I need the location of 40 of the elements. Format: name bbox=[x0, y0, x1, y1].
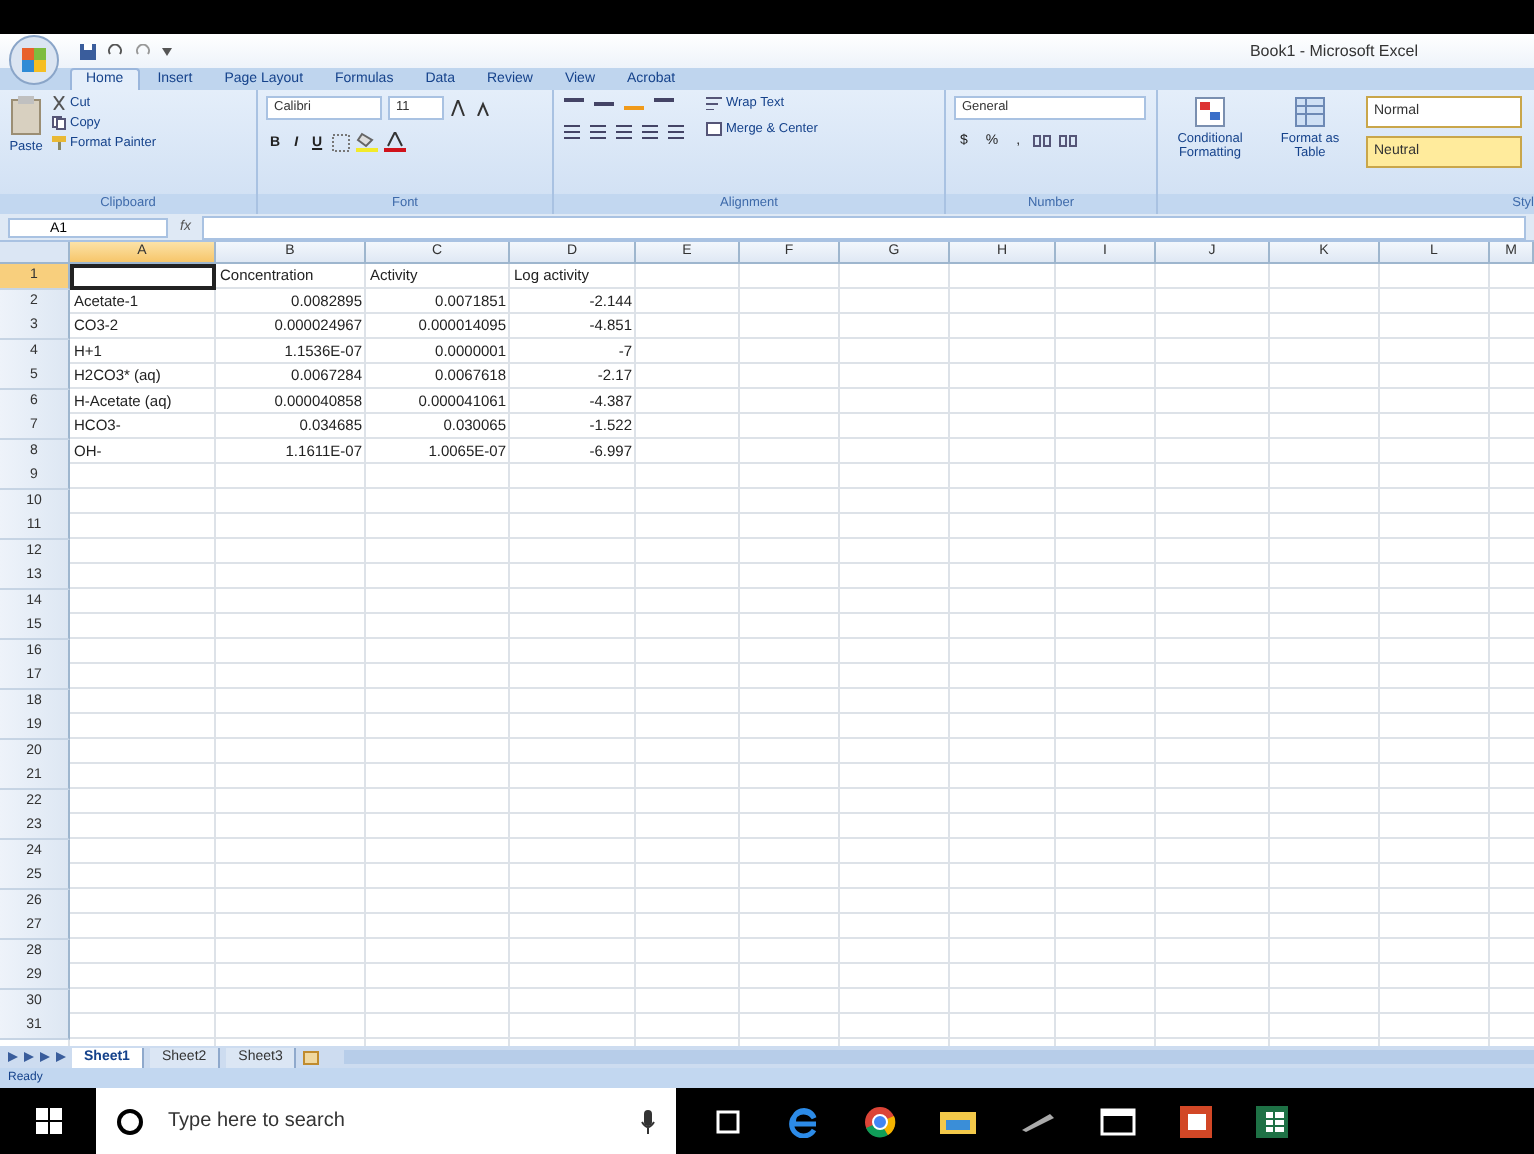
microphone-icon[interactable] bbox=[640, 1110, 656, 1134]
shrink-font-icon[interactable] bbox=[476, 100, 492, 116]
caret-icon[interactable] bbox=[162, 47, 172, 55]
align-icon[interactable] bbox=[588, 124, 608, 140]
folder-icon[interactable] bbox=[940, 1107, 976, 1135]
browser-icon[interactable] bbox=[864, 1105, 896, 1137]
presentation-app-icon[interactable] bbox=[1180, 1105, 1212, 1137]
clipboard-icon bbox=[8, 96, 44, 136]
redo-icon[interactable] bbox=[134, 44, 152, 58]
table-icon bbox=[1294, 96, 1326, 128]
window-icon[interactable] bbox=[1100, 1107, 1136, 1135]
window-title: Book1 - Microsoft Excel bbox=[1249, 42, 1418, 60]
align-icon[interactable] bbox=[666, 124, 686, 140]
pen-icon[interactable] bbox=[1020, 1111, 1056, 1131]
fill-color-icon[interactable] bbox=[356, 132, 379, 152]
align-icon[interactable] bbox=[640, 124, 660, 140]
align-icon[interactable] bbox=[562, 124, 582, 140]
browser-icon[interactable] bbox=[788, 1105, 820, 1137]
task-view-icon[interactable] bbox=[712, 1109, 744, 1133]
align-icon[interactable] bbox=[614, 124, 634, 140]
formula-input[interactable] bbox=[202, 215, 1526, 239]
decrease-decimal-icon[interactable] bbox=[1058, 132, 1079, 148]
border-icon[interactable] bbox=[332, 133, 351, 151]
spreadsheet-app-icon[interactable] bbox=[1256, 1105, 1288, 1137]
conditional-formatting-icon bbox=[1194, 96, 1226, 128]
grow-font-icon[interactable] bbox=[450, 100, 470, 116]
brush-icon bbox=[52, 136, 66, 150]
wrap-text-icon bbox=[706, 96, 722, 110]
font-color-icon[interactable] bbox=[384, 132, 407, 152]
increase-decimal-icon[interactable] bbox=[1032, 132, 1053, 148]
scissors-icon bbox=[52, 96, 66, 110]
undo-icon[interactable] bbox=[106, 44, 124, 58]
save-icon[interactable] bbox=[80, 43, 96, 59]
circle-icon[interactable] bbox=[116, 1108, 144, 1136]
align-icon[interactable] bbox=[592, 96, 616, 112]
merge-icon bbox=[706, 122, 722, 136]
active-cell[interactable] bbox=[70, 264, 216, 290]
windows-start-icon[interactable] bbox=[35, 1108, 61, 1134]
search-field[interactable]: Type here to search bbox=[96, 1088, 676, 1154]
copy-icon bbox=[52, 116, 66, 130]
